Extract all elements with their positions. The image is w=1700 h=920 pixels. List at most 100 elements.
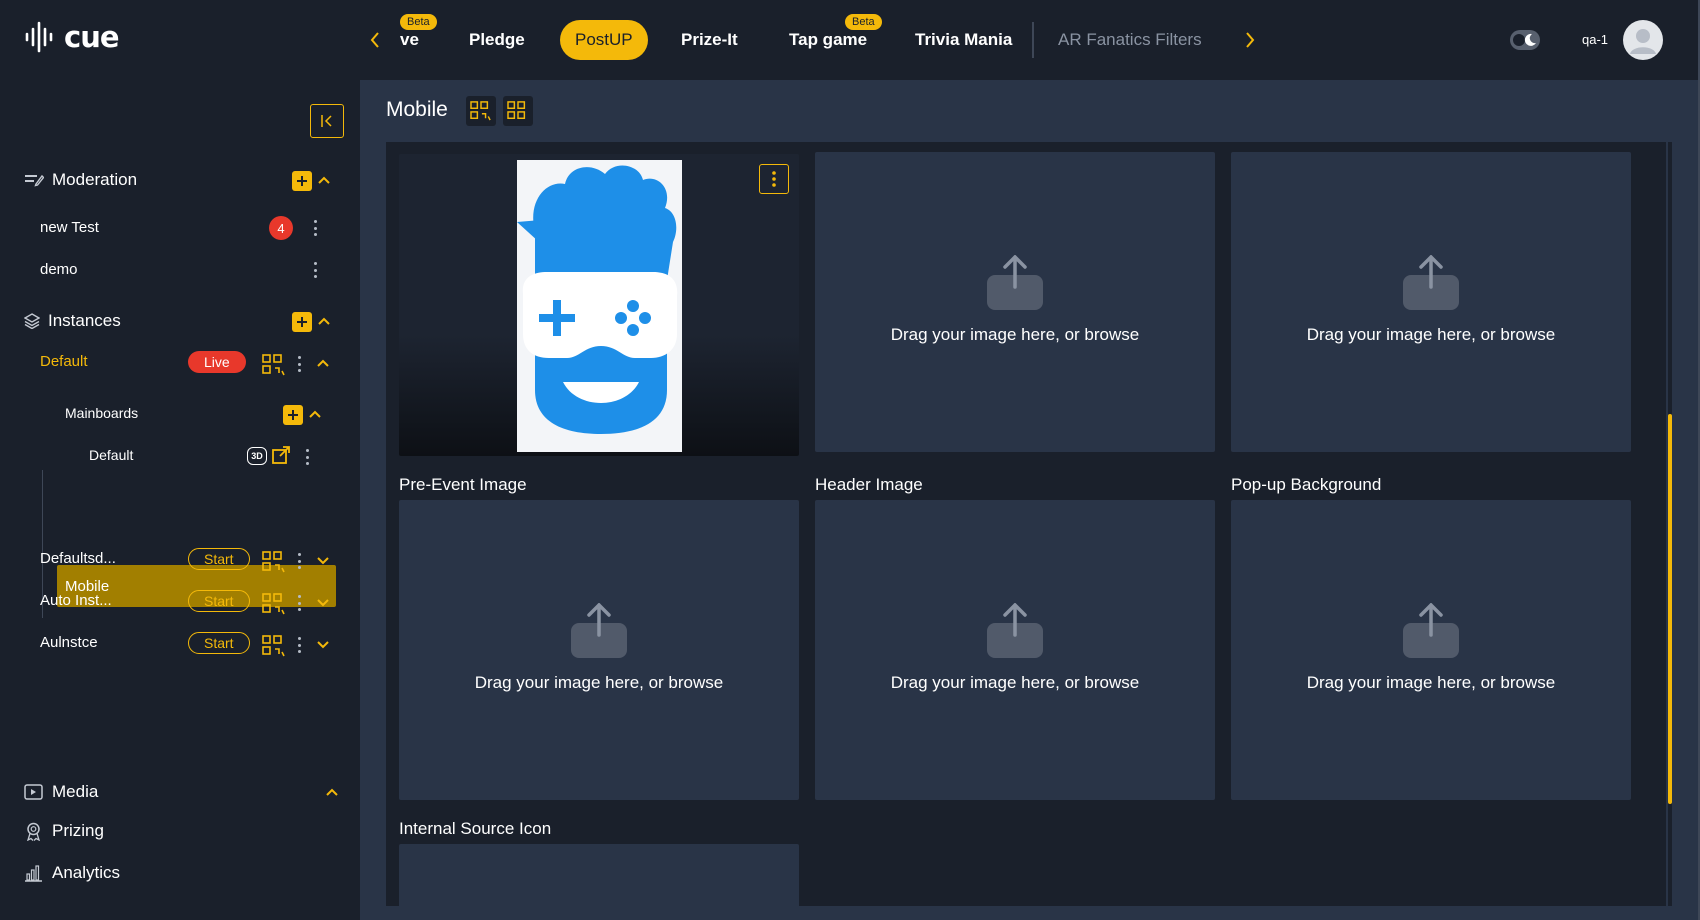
tab-ar-fanatics-filters[interactable]: AR Fanatics Filters [1058, 30, 1202, 50]
more-options-icon [772, 171, 776, 187]
more-options-icon[interactable] [304, 449, 310, 465]
instance-item-default[interactable]: Default [40, 353, 88, 370]
scrollbar-thumb[interactable] [1668, 414, 1672, 804]
header-image-dropzone[interactable]: Drag your image here, or browse [815, 500, 1215, 800]
tab-tap-game[interactable]: Tap game [789, 30, 867, 50]
award-icon [27, 822, 40, 841]
mainboard-label: Default [89, 447, 134, 463]
tab-ve[interactable]: ve [400, 30, 419, 50]
user-icon [1630, 29, 1656, 54]
sidebar-section-moderation[interactable]: Moderation [24, 170, 137, 190]
start-button[interactable]: Start [188, 590, 250, 612]
upload-instructions: Drag your image here, or browse [474, 673, 724, 692]
cue-logo[interactable]: cue [24, 20, 120, 54]
content-scrollbar[interactable] [1668, 142, 1672, 906]
qr-code-icon[interactable] [262, 635, 286, 657]
beta-badge: Beta [845, 14, 882, 30]
chevron-down-icon[interactable] [316, 598, 330, 608]
sidebar-item-label: new Test [40, 219, 99, 236]
popup-background-label: Pop-up Background [1231, 475, 1382, 494]
tabs-prev-button[interactable] [365, 26, 385, 54]
more-options-icon[interactable] [312, 262, 318, 278]
image-fields-panel: Drag your image here, or browse Drag you… [386, 142, 1666, 906]
sidebar-item-demo[interactable]: demo [40, 261, 78, 278]
plus-icon [297, 317, 307, 327]
upload-instructions: Drag your image here, or browse [1306, 673, 1556, 692]
beta-badge: Beta [400, 14, 437, 30]
image-dropzone[interactable]: Drag your image here, or browse [815, 152, 1215, 452]
popup-background-dropzone[interactable]: Drag your image here, or browse [1231, 500, 1631, 800]
more-options-icon[interactable] [312, 220, 318, 236]
chevron-up-icon[interactable] [317, 175, 331, 185]
tab-postup[interactable]: PostUP [560, 20, 648, 60]
chevron-down-icon[interactable] [316, 556, 330, 566]
avatar[interactable] [1623, 20, 1663, 60]
more-options-icon[interactable] [296, 637, 302, 653]
chevron-right-icon [1246, 32, 1255, 48]
qr-code-icon[interactable] [262, 551, 286, 573]
instance-label: Default [40, 353, 88, 370]
user-name[interactable]: qa-1 [1582, 32, 1608, 47]
chevron-up-icon[interactable] [317, 316, 331, 326]
external-link-icon[interactable] [271, 445, 291, 465]
qr-code-alt-button[interactable] [503, 96, 533, 126]
sidebar-section-instances[interactable]: Instances [24, 311, 121, 331]
sidebar-item-media[interactable]: Media [24, 782, 98, 802]
sidebar-item-label: Analytics [52, 863, 121, 882]
qr-code-icon[interactable] [262, 354, 286, 376]
mainboard-item-default[interactable]: Default [89, 447, 133, 463]
live-status-badge[interactable]: Live [188, 351, 246, 373]
more-options-icon[interactable] [296, 595, 302, 611]
chevron-left-icon [370, 32, 379, 48]
tab-trivia-mania[interactable]: Trivia Mania [915, 30, 1012, 50]
tab-pledge[interactable]: Pledge [469, 30, 525, 50]
qr-code-icon[interactable] [262, 593, 286, 615]
pre-event-image-dropzone[interactable]: Drag your image here, or browse [399, 500, 799, 800]
image-preview-card[interactable] [399, 154, 799, 456]
instance-label: Auto Inst... [40, 592, 112, 609]
tab-prize-it[interactable]: Prize-It [681, 30, 738, 50]
media-icon [24, 784, 43, 800]
chevron-up-icon[interactable] [308, 409, 322, 419]
sidebar-section-label: Instances [48, 311, 121, 330]
image-options-button[interactable] [759, 164, 789, 194]
instance-label: Defaultsd... [40, 550, 116, 567]
start-button[interactable]: Start [188, 632, 250, 654]
upload-instructions: Drag your image here, or browse [890, 325, 1140, 344]
gamer-face-icon [517, 165, 678, 434]
sidebar: Moderation new Test 4 demo Instances Def… [0, 80, 360, 920]
start-button[interactable]: Start [188, 548, 250, 570]
instance-item-auto-inst[interactable]: Auto Inst... [40, 592, 112, 609]
chevron-down-icon[interactable] [316, 640, 330, 650]
qr-code-button[interactable] [466, 96, 496, 126]
upload-icon [1403, 603, 1459, 658]
instance-item-aulnstce[interactable]: Aulnstce [40, 634, 98, 651]
add-instance-button[interactable] [292, 312, 312, 332]
sidebar-item-prizing[interactable]: Prizing [24, 821, 104, 841]
plus-icon [288, 410, 298, 420]
sidebar-item-new-test[interactable]: new Test [40, 219, 99, 236]
collapse-sidebar-button[interactable] [310, 104, 344, 138]
pre-event-image-label: Pre-Event Image [399, 475, 527, 494]
add-moderation-button[interactable] [292, 171, 312, 191]
3d-icon: 3D [247, 447, 267, 465]
instance-item-defaultsd[interactable]: Defaultsd... [40, 550, 116, 567]
sidebar-item-analytics[interactable]: Analytics [24, 863, 120, 883]
tabs-next-button[interactable] [1240, 26, 1260, 54]
upload-icon [1403, 255, 1459, 310]
more-options-icon[interactable] [296, 553, 302, 569]
notification-count-badge: 4 [269, 216, 293, 240]
more-options-icon[interactable] [296, 356, 302, 372]
internal-source-icon-dropzone[interactable] [399, 844, 799, 906]
moon-icon [1524, 33, 1536, 46]
image-dropzone[interactable]: Drag your image here, or browse [1231, 152, 1631, 452]
chevron-up-icon[interactable] [325, 787, 339, 797]
analytics-icon [25, 865, 42, 882]
theme-toggle[interactable] [1510, 30, 1540, 50]
chevron-up-icon[interactable] [316, 358, 330, 368]
moderation-icon [25, 174, 44, 187]
mainboards-group[interactable]: Mainboards [65, 405, 138, 421]
audio-wave-icon [25, 21, 53, 53]
add-mainboard-button[interactable] [283, 405, 303, 425]
sidebar-item-label: Prizing [52, 821, 104, 840]
